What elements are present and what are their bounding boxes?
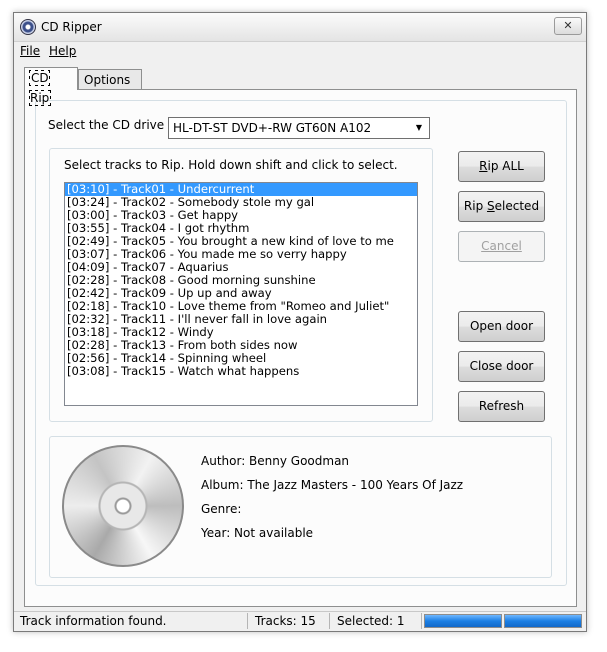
chevron-down-icon[interactable]: ▼ [412,118,426,138]
menu-file[interactable]: File [20,44,40,58]
tracks-group: Select tracks to Rip. Hold down shift an… [49,148,433,422]
menu-bar: File Help [14,42,586,60]
track-listbox[interactable]: [03:10] - Track01 - Undercurrent [03:24] … [64,182,418,406]
progress-fill-1 [425,615,501,627]
status-selected: Selected: 1 [332,613,422,629]
tab-options[interactable]: Options [78,69,142,89]
status-bar: Track information found. Tracks: 15 Sele… [14,611,586,631]
refresh-button[interactable]: Refresh [458,391,545,422]
year-label: Year: Not available [201,526,314,540]
cd-icon [20,19,36,35]
close-button[interactable]: ✕ [554,17,582,35]
window-title: CD Ripper [41,20,102,34]
rip-selected-button[interactable]: Rip Selected [458,191,545,222]
open-door-button[interactable]: Open door [458,311,545,342]
status-tracks: Tracks: 15 [250,613,330,629]
cancel-button[interactable]: Cancel [458,231,545,262]
genre-label: Genre: [201,502,242,516]
progress-fill-2 [505,615,581,627]
cd-rip-panel: Select the CD drive HL-DT-ST DVD+-RW GT6… [24,89,577,607]
progress-bar-2 [504,614,582,628]
main-group: Select the CD drive HL-DT-ST DVD+-RW GT6… [35,100,567,586]
track-item[interactable]: [03:08] - Track15 - Watch what happens [65,365,417,378]
rip-all-button[interactable]: Rip ALL [458,151,545,182]
album-label: Album: The Jazz Masters - 100 Years Of J… [201,478,464,492]
tab-cd-rip[interactable]: CD Rip [24,67,78,106]
app-window: CD Ripper ✕ File Help CD Rip Options Sel… [13,12,587,632]
title-bar[interactable]: CD Ripper ✕ [14,13,586,42]
status-message: Track information found. [15,613,248,629]
drive-label: Select the CD drive [48,118,165,132]
album-info-group: Author: Benny Goodman Album: The Jazz Ma… [49,436,552,578]
drive-select[interactable]: HL-DT-ST DVD+-RW GT60N A102 ▼ [168,117,430,139]
progress-bar-1 [424,614,502,628]
cd-disc-icon [62,445,184,567]
drive-select-value: HL-DT-ST DVD+-RW GT60N A102 [173,121,372,135]
close-door-button[interactable]: Close door [458,351,545,382]
author-label: Author: Benny Goodman [201,454,350,468]
tracks-hint: Select tracks to Rip. Hold down shift an… [64,158,398,172]
menu-help[interactable]: Help [49,44,76,58]
